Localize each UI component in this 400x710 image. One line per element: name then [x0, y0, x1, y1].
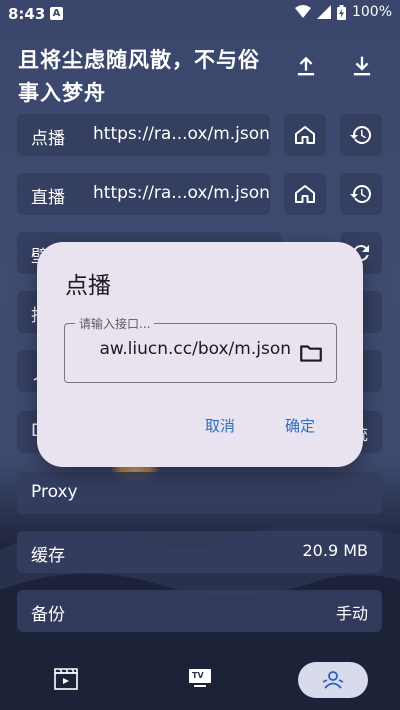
backup-label: 备份: [31, 605, 65, 625]
api-url-label: 请输入接口...: [75, 315, 155, 332]
live-history-button[interactable]: [340, 173, 382, 215]
clapperboard-icon: [54, 668, 78, 690]
proxy-row[interactable]: Proxy: [17, 472, 382, 514]
download-button[interactable]: [348, 52, 376, 80]
notification-icon: A: [50, 7, 63, 20]
vod-api-dialog: 点播 aw.liucn.cc/box/m.json 请输入接口... 取消 确定: [37, 242, 363, 467]
backup-row[interactable]: 备份 手动: [17, 590, 382, 632]
download-icon: [353, 56, 371, 76]
history-icon: [350, 126, 371, 144]
status-bar: 8:43 A 100%: [0, 0, 400, 28]
folder-icon: [300, 345, 322, 362]
nav-settings[interactable]: [298, 662, 368, 698]
folder-button[interactable]: [298, 340, 324, 366]
nav-live-tv[interactable]: TV: [165, 662, 235, 698]
signal-icon: [316, 5, 331, 19]
home-icon: [295, 185, 315, 203]
nav-vod[interactable]: [31, 662, 101, 698]
api-url-value[interactable]: aw.liucn.cc/box/m.json: [99, 339, 291, 359]
upload-button[interactable]: [292, 52, 320, 80]
cache-row[interactable]: 缓存 20.9 MB: [17, 531, 382, 573]
cache-value: 20.9 MB: [302, 541, 369, 560]
vod-url: https://ra...ox/m.json: [93, 124, 270, 144]
tv-badge: TV: [192, 671, 204, 680]
page-title: 且将尘虑随风散，不与俗事入梦舟: [18, 48, 260, 105]
proxy-label: Proxy: [31, 482, 78, 502]
vod-label: 点播: [31, 129, 65, 149]
cancel-button[interactable]: 取消: [205, 415, 235, 436]
vod-home-button[interactable]: [284, 114, 326, 156]
bottom-navigation: TV: [0, 650, 400, 710]
dialog-title: 点播: [65, 273, 111, 299]
user-settings-icon: [322, 671, 344, 689]
backup-value: 手动: [335, 604, 368, 623]
vod-api-row[interactable]: 点播 https://ra...ox/m.json: [17, 114, 270, 156]
home-icon: [295, 126, 315, 144]
vod-history-button[interactable]: [340, 114, 382, 156]
live-home-button[interactable]: [284, 173, 326, 215]
battery-icon: [336, 4, 346, 20]
live-url: https://ra...ox/m.json: [93, 183, 270, 203]
status-time: 8:43: [8, 5, 46, 23]
battery-percent: 100%: [351, 4, 392, 20]
history-icon: [350, 185, 371, 203]
live-api-row[interactable]: 直播 https://ra...ox/m.json: [17, 173, 270, 215]
live-label: 直播: [31, 188, 65, 208]
wifi-icon: [294, 5, 311, 18]
api-url-input[interactable]: aw.liucn.cc/box/m.json: [64, 323, 337, 383]
cache-label: 缓存: [31, 546, 65, 566]
upload-icon: [297, 56, 315, 76]
ok-button[interactable]: 确定: [285, 415, 315, 436]
